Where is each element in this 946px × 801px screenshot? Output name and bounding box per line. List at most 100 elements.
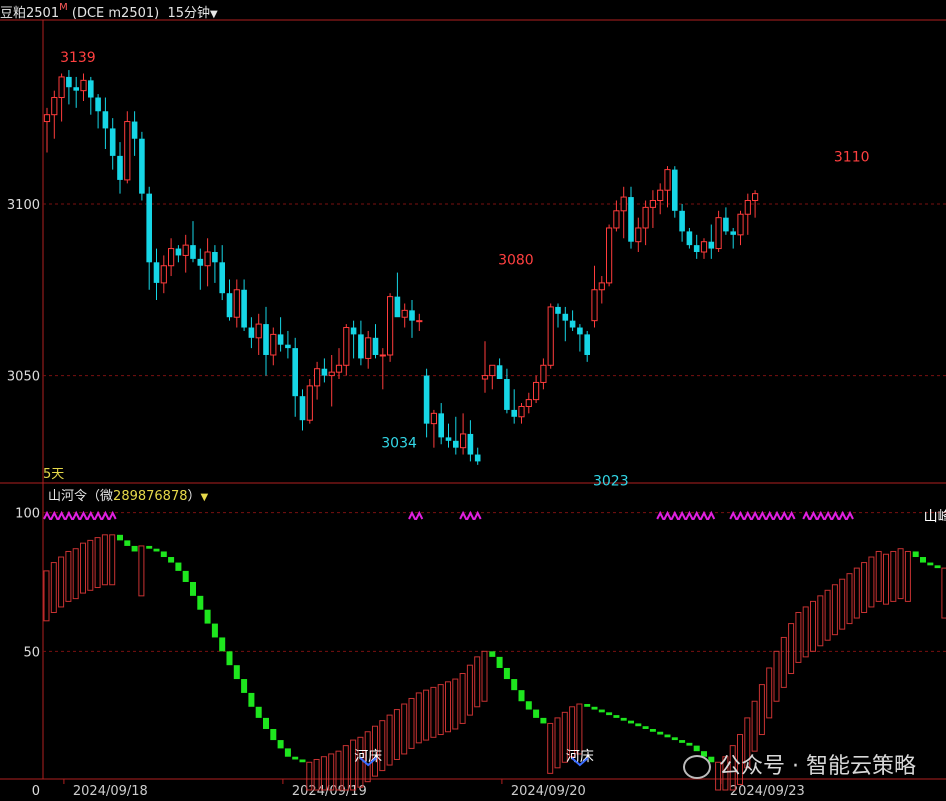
indicator-bar xyxy=(415,692,422,744)
candle-body xyxy=(80,79,87,92)
candle-body xyxy=(445,437,452,441)
candle-body xyxy=(358,334,364,359)
candle-body xyxy=(664,169,671,191)
candle-body xyxy=(438,413,444,438)
indicator-bar xyxy=(664,734,671,738)
indicator-bar xyxy=(87,539,94,591)
indicator-bar xyxy=(263,717,269,729)
price-extreme-label: 3023 xyxy=(593,473,629,489)
indicator-header[interactable]: 山河令（微289876878）▼ xyxy=(48,485,208,504)
candle-body xyxy=(109,128,116,156)
indicator-bar xyxy=(671,737,678,741)
indicator-bar xyxy=(518,690,525,702)
indicator-bar xyxy=(94,537,101,589)
chevron-down-icon[interactable]: ▼ xyxy=(210,9,218,20)
candle-body xyxy=(241,289,247,328)
candle-body xyxy=(212,252,218,263)
indicator-bar xyxy=(466,664,473,716)
indicator-bar xyxy=(773,650,780,702)
chart-labels: 3139 3080 3110 3034 3023 河床 河床 山峰 xyxy=(60,50,946,767)
indicator-bar xyxy=(766,667,773,719)
candle-body xyxy=(606,227,613,284)
indicator-bar xyxy=(277,740,284,749)
candle-body xyxy=(277,334,284,345)
candle-body xyxy=(657,189,664,202)
candle-body xyxy=(423,375,430,424)
paren-open: （ xyxy=(87,489,101,504)
indicator-bar xyxy=(846,573,853,625)
candle-body xyxy=(715,217,722,250)
candle-body xyxy=(306,385,313,421)
period-selector[interactable]: 15分钟 xyxy=(167,6,210,21)
indicator-bar xyxy=(168,557,175,563)
candle-body xyxy=(672,169,678,211)
indicator-bar xyxy=(795,611,802,663)
candle-body xyxy=(642,206,649,229)
indicator-bar xyxy=(920,557,926,563)
candle-body xyxy=(168,248,175,267)
candle-body xyxy=(562,313,569,321)
candle-body xyxy=(730,231,736,235)
candle-body xyxy=(219,262,225,294)
indicator-signal-label: 河床 xyxy=(566,749,594,765)
candle-body xyxy=(197,258,204,266)
candle-body xyxy=(453,440,459,448)
symbol-name: 豆粕2501 xyxy=(0,6,60,21)
indicator-bar xyxy=(211,623,218,638)
indicator-bar xyxy=(474,656,481,708)
candle-body xyxy=(613,210,620,229)
chevron-down-icon[interactable]: ▼ xyxy=(201,492,209,503)
candle-body xyxy=(117,155,123,180)
indicator-bar xyxy=(620,717,627,721)
candle-body xyxy=(518,405,525,418)
indicator-bar xyxy=(401,703,408,755)
indicator-bar xyxy=(788,623,795,675)
candle-body xyxy=(314,368,321,387)
candle-body xyxy=(43,114,51,123)
indicator-bar xyxy=(883,553,889,605)
candle-body xyxy=(299,396,306,421)
indicator-bar xyxy=(934,565,941,569)
indicator-bar xyxy=(831,584,838,636)
indicator-bar xyxy=(408,697,415,749)
indicator-bar xyxy=(861,562,868,613)
indicator-bar xyxy=(868,556,875,608)
candle-body xyxy=(708,241,715,249)
indicator-name: 山河令 xyxy=(48,489,88,504)
indicator-bar xyxy=(853,567,860,619)
indicator-bar xyxy=(649,728,656,732)
candle-body xyxy=(350,327,357,335)
ma-label: 5天 xyxy=(43,467,65,482)
candle-body xyxy=(95,97,101,112)
wechat-icon xyxy=(683,755,712,779)
indicator-bar xyxy=(576,703,583,755)
indicator-bar xyxy=(810,600,816,652)
indicator-bar xyxy=(554,717,561,769)
indicator-bar xyxy=(299,759,306,763)
indicator-bar xyxy=(751,700,758,752)
time-tick-label: 2024/09/20 xyxy=(511,784,586,799)
indicator-signal-label: 河床 xyxy=(354,749,382,765)
indicator-bar xyxy=(452,678,459,730)
indicator-bar xyxy=(780,636,787,688)
candle-body xyxy=(635,227,642,243)
candle-body xyxy=(51,97,58,116)
indicator-bar xyxy=(817,595,824,647)
indicator-bar xyxy=(445,681,451,733)
candle-body xyxy=(255,323,262,339)
indicator-bar xyxy=(503,667,510,680)
indicator-bar xyxy=(248,692,255,707)
candle-body xyxy=(693,245,700,252)
candle-body xyxy=(628,197,634,242)
candle-body xyxy=(598,282,605,291)
candle-body xyxy=(73,87,79,91)
indicator-bar xyxy=(890,550,897,602)
peak-zigzag xyxy=(802,510,854,520)
indicator-bar xyxy=(72,548,79,600)
indicator-bar xyxy=(350,739,357,791)
indicator-tick-label: 50 xyxy=(23,645,40,660)
indicator-bar xyxy=(904,550,911,602)
chart-header[interactable]: 豆粕2501M (DCE m2501) 15分钟▼ xyxy=(0,2,218,21)
indicator-bar xyxy=(459,673,466,724)
candle-body xyxy=(744,200,751,215)
